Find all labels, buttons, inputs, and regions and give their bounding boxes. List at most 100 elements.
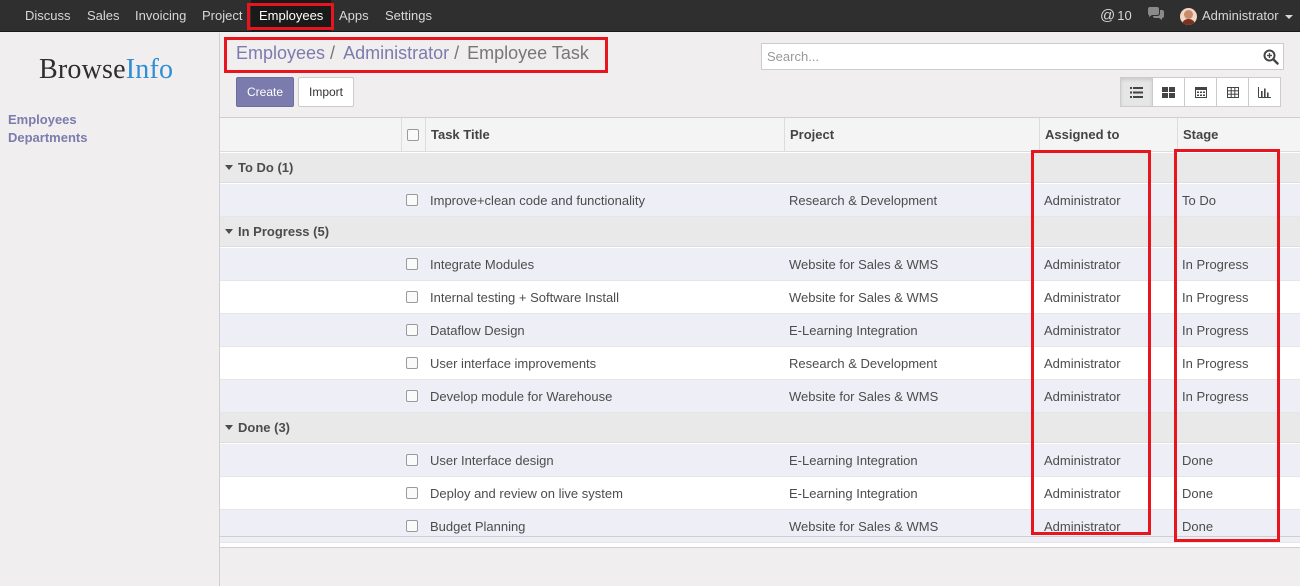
table-row[interactable]: Develop module for Warehouse Website for … <box>220 380 1300 413</box>
project-cell[interactable]: Website for Sales & WMS <box>789 510 938 542</box>
user-name: Administrator <box>1202 8 1279 23</box>
assigned-to-cell[interactable]: Administrator <box>1044 477 1121 509</box>
header-project[interactable]: Project <box>790 118 834 151</box>
menu-project[interactable]: Project <box>194 0 250 32</box>
header-task-title[interactable]: Task Title <box>431 118 490 151</box>
project-cell[interactable]: E-Learning Integration <box>789 314 918 346</box>
breadcrumb: Employees / Administrator / Employee Task <box>236 43 589 63</box>
pivot-view-button[interactable] <box>1216 77 1249 107</box>
list-view-icon <box>1130 86 1143 98</box>
project-cell[interactable]: Website for Sales & WMS <box>789 248 938 280</box>
list-view-button[interactable] <box>1120 77 1153 107</box>
sidebar-link-departments[interactable]: Departments <box>8 130 87 145</box>
search-input[interactable] <box>762 44 1242 69</box>
group-header[interactable]: In Progress (5) <box>225 217 329 246</box>
header-stage[interactable]: Stage <box>1183 118 1218 151</box>
stage-cell[interactable]: Done <box>1182 477 1213 509</box>
header-assigned-to[interactable]: Assigned to <box>1045 118 1119 151</box>
calendar-view-icon <box>1194 87 1207 98</box>
table-row[interactable]: Internal testing + Software Install Websi… <box>220 281 1300 314</box>
stage-cell[interactable]: In Progress <box>1182 248 1248 280</box>
assigned-to-cell[interactable]: Administrator <box>1044 314 1121 346</box>
assigned-to-cell[interactable]: Administrator <box>1044 380 1121 412</box>
row-checkbox[interactable] <box>406 324 418 336</box>
user-menu[interactable]: Administrator <box>1202 0 1293 32</box>
row-checkbox[interactable] <box>406 194 418 206</box>
task-title-cell[interactable]: Dataflow Design <box>430 314 525 346</box>
table-row[interactable]: User Interface design E-Learning Integrat… <box>220 444 1300 477</box>
breadcrumb-administrator[interactable]: Administrator <box>343 43 449 63</box>
table-row[interactable]: User interface improvements Research & De… <box>220 347 1300 380</box>
user-avatar[interactable] <box>1180 8 1197 25</box>
stage-cell[interactable]: In Progress <box>1182 347 1248 379</box>
row-checkbox[interactable] <box>406 357 418 369</box>
project-cell[interactable]: Website for Sales & WMS <box>789 281 938 313</box>
sidebar: BrowseInfo Employees Departments <box>0 33 220 586</box>
graph-view-button[interactable] <box>1248 77 1281 107</box>
assigned-to-cell[interactable]: Administrator <box>1044 510 1121 542</box>
kanban-view-button[interactable] <box>1152 77 1185 107</box>
table-row[interactable]: Integrate Modules Website for Sales & WMS… <box>220 248 1300 281</box>
stage-cell[interactable]: Done <box>1182 510 1213 542</box>
task-title-cell[interactable]: Internal testing + Software Install <box>430 281 619 313</box>
import-button[interactable]: Import <box>298 77 354 107</box>
task-title-cell[interactable]: User Interface design <box>430 444 554 476</box>
create-button[interactable]: Create <box>236 77 294 107</box>
menu-sales[interactable]: Sales <box>79 0 128 32</box>
project-cell[interactable]: Research & Development <box>789 347 937 379</box>
calendar-view-button[interactable] <box>1184 77 1217 107</box>
task-title-cell[interactable]: Integrate Modules <box>430 248 534 280</box>
row-checkbox[interactable] <box>406 390 418 402</box>
project-cell[interactable]: E-Learning Integration <box>789 477 918 509</box>
table-header: Task Title Project Assigned to Stage <box>220 118 1300 152</box>
project-cell[interactable]: Research & Development <box>789 184 937 216</box>
row-checkbox[interactable] <box>406 487 418 499</box>
project-cell[interactable]: Website for Sales & WMS <box>789 380 938 412</box>
row-checkbox[interactable] <box>406 454 418 466</box>
assigned-to-cell[interactable]: Administrator <box>1044 347 1121 379</box>
group-header[interactable]: Done (3) <box>225 413 290 442</box>
table-row[interactable]: Dataflow Design E-Learning Integration Adm… <box>220 314 1300 347</box>
search-icon[interactable] <box>1263 49 1279 65</box>
assigned-to-cell[interactable]: Administrator <box>1044 184 1121 216</box>
caret-down-icon <box>225 165 233 170</box>
row-checkbox[interactable] <box>406 258 418 270</box>
chevron-down-icon <box>1284 14 1293 19</box>
assigned-to-cell[interactable]: Administrator <box>1044 248 1121 280</box>
table-row[interactable]: Budget Planning Website for Sales & WMS Ad… <box>220 510 1300 543</box>
table-row[interactable]: Deploy and review on live system E-Learni… <box>220 477 1300 510</box>
group-row[interactable]: Done (3) <box>220 413 1300 443</box>
menu-apps[interactable]: Apps <box>331 0 377 32</box>
menu-invoicing[interactable]: Invoicing <box>127 0 194 32</box>
chat-icon[interactable] <box>1147 1 1165 33</box>
group-row[interactable]: To Do (1) <box>220 153 1300 183</box>
assigned-to-cell[interactable]: Administrator <box>1044 444 1121 476</box>
stage-cell[interactable]: Done <box>1182 444 1213 476</box>
menu-discuss[interactable]: Discuss <box>17 0 79 32</box>
menu-employees[interactable]: Employees <box>251 0 332 32</box>
stage-cell[interactable]: In Progress <box>1182 380 1248 412</box>
stage-cell[interactable]: In Progress <box>1182 281 1248 313</box>
task-title-cell[interactable]: Improve+clean code and functionality <box>430 184 645 216</box>
breadcrumb-employees[interactable]: Employees <box>236 43 325 63</box>
table-row[interactable]: Improve+clean code and functionality Rese… <box>220 184 1300 217</box>
select-all-checkbox[interactable] <box>407 128 419 141</box>
project-cell[interactable]: E-Learning Integration <box>789 444 918 476</box>
mentions-indicator[interactable]: @10 <box>1100 0 1132 32</box>
task-title-cell[interactable]: User interface improvements <box>430 347 596 379</box>
task-title-cell[interactable]: Develop module for Warehouse <box>430 380 612 412</box>
group-label: In Progress (5) <box>238 224 330 239</box>
sidebar-link-employees[interactable]: Employees <box>8 112 77 127</box>
row-checkbox[interactable] <box>406 520 418 532</box>
assigned-to-cell[interactable]: Administrator <box>1044 281 1121 313</box>
stage-cell[interactable]: In Progress <box>1182 314 1248 346</box>
group-row[interactable]: In Progress (5) <box>220 217 1300 247</box>
menu-settings[interactable]: Settings <box>377 0 440 32</box>
task-title-cell[interactable]: Deploy and review on live system <box>430 477 623 509</box>
row-checkbox[interactable] <box>406 291 418 303</box>
at-sign-icon: @ <box>1100 7 1116 24</box>
stage-cell[interactable]: To Do <box>1182 184 1216 216</box>
search-box <box>761 43 1284 70</box>
task-title-cell[interactable]: Budget Planning <box>430 510 525 542</box>
group-header[interactable]: To Do (1) <box>225 153 293 182</box>
